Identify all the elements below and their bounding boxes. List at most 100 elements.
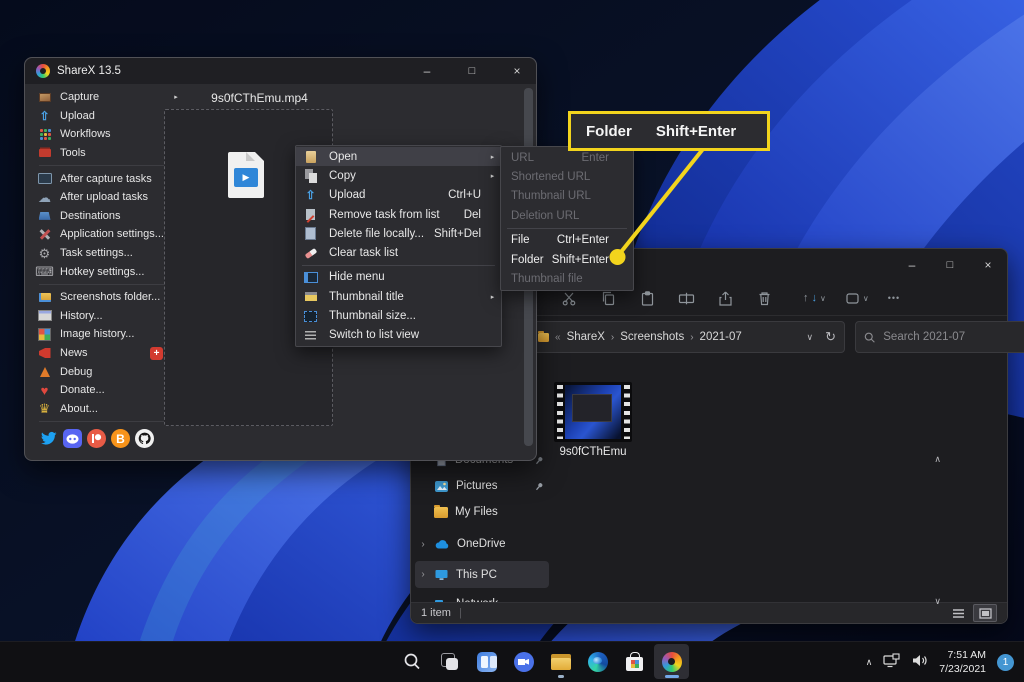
sharex-minimize-button[interactable]: – [408,58,446,84]
video-file-icon: ▶ [228,152,264,198]
menu-item-hide-menu[interactable]: Hide menu [296,268,501,287]
submenu-arrow-icon: ▸ [486,293,499,301]
task-view-button[interactable] [432,644,467,679]
notification-badge[interactable]: 1 [997,654,1014,671]
chevron-down-icon: ∨ [863,294,869,303]
explorer-minimize-button[interactable]: – [893,252,931,278]
menu-item-thumbnail-size[interactable]: Thumbnail size... [296,306,501,325]
hidden-icons-button[interactable]: ∧ [866,657,873,668]
menu-item-upload[interactable]: UploadCtrl+U [296,186,501,205]
sharex-titlebar[interactable]: ShareX 13.5 – □ × [25,58,536,84]
breadcrumb-root-chevron[interactable]: « [555,332,561,343]
sidebar-item-news[interactable]: News+ [33,344,181,363]
more-options-button[interactable]: ••• [888,293,900,303]
sidebar-item-hotkey-settings[interactable]: Hotkey settings... [33,262,181,281]
menu-item-clear-task-list[interactable]: Clear task list [296,243,501,262]
sidebar-item-onedrive[interactable]: › OneDrive [415,532,549,556]
sidebar-scroll-up-icon[interactable]: ∧ [934,454,941,465]
sharex-maximize-button[interactable]: □ [453,58,491,84]
after-upload-tasks-icon [37,190,52,205]
clock[interactable]: 7:51 AM 7/23/2021 [939,649,986,676]
widgets-button[interactable] [469,644,504,679]
network-tray-button[interactable] [883,653,900,673]
sidebar-item-screenshots-folder[interactable]: Screenshots folder... [33,288,181,307]
sidebar-item-after-upload-tasks[interactable]: After upload tasks▸ [33,188,181,207]
cut-button[interactable] [559,288,579,308]
sidebar-item-this-pc[interactable]: › This PC [415,561,549,588]
desktop: – □ × [0,0,1024,682]
menu-item-open[interactable]: Open▸ [296,147,501,166]
breadcrumb-2021-07[interactable]: 2021-07 [700,331,742,343]
expand-chevron-icon[interactable]: › [419,539,427,550]
sidebar-item-application-settings[interactable]: Application settings... [33,225,181,244]
sort-button[interactable]: ↑↓ ∨ [803,292,826,304]
explorer-close-button[interactable]: × [969,252,1007,278]
chat-button[interactable] [506,644,541,679]
bitcoin-button[interactable]: B [111,429,130,448]
sidebar-item-capture[interactable]: Capture▸ [33,88,181,107]
sidebar-item-my-files[interactable]: My Files [415,500,549,524]
after-capture-tasks-icon [37,171,52,186]
paste-button[interactable] [637,288,657,308]
thumbnail-image [565,385,621,439]
sidebar-item-tools[interactable]: Tools▸ [33,144,181,163]
about-icon [37,401,52,416]
sidebar-item-destinations[interactable]: Destinations▸ [33,207,181,226]
details-view-button[interactable] [947,605,969,621]
search-box[interactable] [855,321,1024,353]
explorer-maximize-button[interactable]: □ [931,252,969,278]
submenu-item-file[interactable]: FileCtrl+Enter [501,231,633,250]
menu-item-remove-task[interactable]: Remove task from listDel [296,205,501,224]
search-button[interactable] [395,644,430,679]
twitter-button[interactable] [39,429,58,448]
sidebar-item-upload[interactable]: Upload▸ [33,107,181,126]
sharex-taskbar-button[interactable] [654,644,689,679]
sharex-sidebar: Capture▸ Upload▸ Workflows▸ Tools▸ After… [33,88,181,448]
menu-item-copy[interactable]: Copy▸ [296,166,501,185]
sidebar-item-about[interactable]: About... [33,400,181,419]
menu-item-thumbnail-title[interactable]: Thumbnail title▸ [296,287,501,306]
patreon-button[interactable] [87,429,106,448]
remove-task-icon [303,207,318,222]
sidebar-scroll-down-icon[interactable]: ∨ [934,596,941,604]
submenu-item-folder[interactable]: FolderShift+Enter [501,250,633,269]
sidebar-item-after-capture-tasks[interactable]: After capture tasks▸ [33,169,181,188]
share-button[interactable] [715,288,735,308]
store-button[interactable] [617,644,652,679]
sidebar-item-debug[interactable]: Debug▸ [33,362,181,381]
expand-chevron-icon[interactable]: › [419,569,427,580]
breadcrumb-screenshots[interactable]: Screenshots [620,331,684,343]
delete-button[interactable] [754,288,774,308]
sidebar-item-pictures[interactable]: Pictures [415,474,549,498]
sidebar-item-workflows[interactable]: Workflows▸ [33,125,181,144]
copy-button[interactable] [598,288,618,308]
sidebar-item-donate[interactable]: Donate... [33,381,181,400]
breadcrumb-sharex[interactable]: ShareX [567,331,605,343]
sidebar-item-history[interactable]: History... [33,307,181,326]
sharex-close-button[interactable]: × [498,58,536,84]
github-button[interactable] [135,429,154,448]
file-explorer-button[interactable] [543,644,578,679]
thumbnail-size-icon [303,309,318,324]
search-input[interactable] [881,330,1024,344]
sidebar-item-image-history[interactable]: Image history... [33,325,181,344]
refresh-icon[interactable]: ↻ [825,329,836,345]
start-button[interactable] [358,644,393,679]
menu-item-switch-to-list-view[interactable]: Switch to list view [296,326,501,345]
thumbnail-view-button[interactable] [973,604,997,622]
address-dropdown-icon[interactable]: ∨ [807,332,814,343]
hotkey-settings-icon [37,264,52,279]
volume-tray-button[interactable] [911,653,928,673]
sharex-icon [662,652,682,672]
view-button[interactable]: ∨ [845,291,869,306]
menu-item-delete-file-locally[interactable]: Delete file locally...Shift+Del [296,224,501,243]
discord-button[interactable] [63,429,82,448]
edge-button[interactable] [580,644,615,679]
file-item[interactable]: 9s0fCThEmu [549,382,637,458]
clear-list-icon [303,246,318,261]
rename-button[interactable] [676,288,696,308]
address-bar[interactable]: « ShareX › Screenshots › 2021-07 ∨ ↻ [529,321,845,353]
sort-down-icon: ↓ [812,292,818,304]
workflows-icon [37,127,52,142]
sidebar-item-task-settings[interactable]: Task settings... [33,244,181,263]
